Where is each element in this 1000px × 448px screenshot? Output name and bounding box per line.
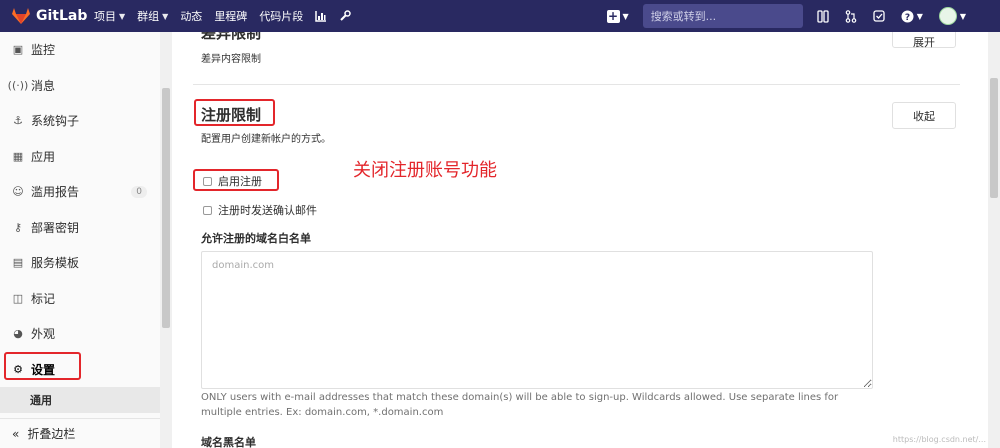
nav-milestones-label: 里程碑 xyxy=(214,10,248,23)
chevron-down-icon: ▼ xyxy=(119,11,126,21)
annotation-text: 关闭注册账号功能 xyxy=(353,160,497,181)
sidebar-item-label: 监控 xyxy=(31,43,56,58)
svg-text:?: ? xyxy=(905,13,910,23)
nav-milestones[interactable]: 里程碑 xyxy=(214,8,247,24)
new-dropdown-button[interactable]: + ▼ xyxy=(606,8,629,23)
help-dropdown[interactable]: ? ▼ xyxy=(901,10,923,23)
help-icon: ? xyxy=(901,10,914,23)
template-icon: ▤ xyxy=(12,256,24,270)
sidebar-toggle-icon[interactable] xyxy=(817,9,829,23)
sidebar-item-label: 滥用报告 xyxy=(31,185,80,200)
sidebar-subitem-general[interactable]: 通用 xyxy=(0,387,160,413)
whitelist-help-text: ONLY users with e-mail addresses that ma… xyxy=(201,392,839,418)
blacklist-label: 域名黑名单 xyxy=(201,436,256,448)
apps-icon: ▦ xyxy=(12,149,24,163)
sidebar-item-abuse-reports[interactable]: ☺ 滥用报告 0 xyxy=(0,174,171,210)
confirm-email-checkbox[interactable] xyxy=(203,205,212,215)
nav-activity-label: 动态 xyxy=(180,10,203,23)
nav-groups[interactable]: 群组 ▼ xyxy=(137,8,168,24)
annotation-box-settings xyxy=(4,352,81,380)
sidebar-item-label: 标记 xyxy=(31,291,56,306)
sidebar-subitem-label: 通用 xyxy=(30,394,52,407)
key-icon: ⚷ xyxy=(13,220,23,234)
sidebar-item-appearance[interactable]: ◕ 外观 xyxy=(0,316,171,352)
chevron-down-icon: ▼ xyxy=(916,11,923,21)
watermark: https://blog.csdn.net/... xyxy=(892,435,986,444)
expand-button[interactable]: 展开 xyxy=(892,32,956,49)
whitelist-label: 允许注册的域名白名单 xyxy=(201,232,311,245)
sidebar-item-label: 消息 xyxy=(31,78,56,93)
avatar xyxy=(938,7,957,25)
sidebar-item-label: 系统钩子 xyxy=(31,114,80,129)
plus-icon: + xyxy=(606,8,620,23)
logo-text: GitLab xyxy=(36,8,88,24)
section-divider xyxy=(193,84,960,85)
section-subtitle: 配置用户创建新帐户的方式。 xyxy=(201,134,331,145)
sidebar-item-applications[interactable]: ▦ 应用 xyxy=(0,139,171,175)
prev-section-subtitle: 差异内容限制 xyxy=(201,54,261,65)
nav-projects-label: 项目 xyxy=(94,10,116,23)
abuse-icon: ☺ xyxy=(12,185,24,199)
sidebar-item-system-hooks[interactable]: ⚓ 系统钩子 xyxy=(0,103,171,139)
appearance-icon: ◕ xyxy=(13,327,23,341)
sidebar-item-monitoring[interactable]: ▣ 监控 xyxy=(0,32,171,68)
broadcast-icon: ((·)) xyxy=(7,78,29,92)
user-menu[interactable]: ▼ xyxy=(938,7,966,25)
nav-activity[interactable]: 动态 xyxy=(180,8,202,24)
main-content: 差异限制 差异内容限制 展开 注册限制 配置用户创建新帐户的方式。 收起 关闭注… xyxy=(173,32,988,448)
nav-snippets-label: 代码片段 xyxy=(259,10,304,23)
annotation-box-signup xyxy=(193,169,279,191)
sidebar-item-label: 部署密钥 xyxy=(31,220,80,235)
nav-snippets[interactable]: 代码片段 xyxy=(259,8,303,24)
sidebar-item-label: 服务模板 xyxy=(31,256,80,271)
admin-sidebar: ▣ 监控 ((·)) 消息 ⚓ 系统钩子 ▦ 应用 ☺ 滥用报告 0 ⚷ 部署密钥 ▤ 服务模板… xyxy=(0,32,172,448)
chevron-down-icon: ▼ xyxy=(162,11,169,21)
merge-request-icon[interactable] xyxy=(845,9,857,23)
top-navbar: GitLab 项目▼ 群组▼ 动态 里程碑 代码片段 + ▼ ? ▼ xyxy=(0,0,1000,32)
chart-icon[interactable] xyxy=(315,10,327,22)
sidebar-scroll-thumb[interactable] xyxy=(162,88,170,328)
sidebar-item-deploy-keys[interactable]: ⚷ 部署密钥 xyxy=(0,210,171,246)
chevron-down-icon: ▼ xyxy=(622,11,629,21)
search-box[interactable] xyxy=(642,4,803,28)
sidebar-item-label: 外观 xyxy=(31,327,56,342)
tanuki-icon xyxy=(12,8,30,24)
sidebar-item-labels[interactable]: ◫ 标记 xyxy=(0,281,171,317)
sidebar-item-messages[interactable]: ((·)) 消息 xyxy=(0,68,171,104)
nav-groups-label: 群组 xyxy=(137,10,160,23)
confirm-email-checkbox-label: 注册时发送确认邮件 xyxy=(218,204,317,217)
prev-section-title: 差异限制 xyxy=(201,32,262,42)
collapse-sidebar-label: 折叠边栏 xyxy=(27,427,76,441)
sidebar-item-label: 应用 xyxy=(31,149,56,164)
collapse-button[interactable]: 收起 xyxy=(892,102,956,129)
domain-whitelist-textarea[interactable] xyxy=(201,251,873,389)
annotation-box-title xyxy=(194,99,275,126)
gitlab-logo[interactable]: GitLab xyxy=(12,8,94,24)
double-chevron-left-icon: « xyxy=(12,426,20,441)
sidebar-item-service-templates[interactable]: ▤ 服务模板 xyxy=(0,245,171,281)
count-badge: 0 xyxy=(131,185,147,198)
collapse-sidebar-button[interactable]: « 折叠边栏 xyxy=(0,418,160,448)
labels-icon: ◫ xyxy=(12,291,24,305)
page-scroll-thumb[interactable] xyxy=(990,78,998,198)
todo-icon[interactable] xyxy=(873,10,885,22)
confirm-email-checkbox-row[interactable]: 注册时发送确认邮件 xyxy=(203,202,317,218)
wrench-icon[interactable] xyxy=(339,10,352,22)
hook-icon: ⚓ xyxy=(13,114,23,128)
chevron-down-icon: ▼ xyxy=(959,11,966,21)
search-input[interactable] xyxy=(650,9,796,23)
nav-projects[interactable]: 项目 ▼ xyxy=(94,8,125,24)
monitor-icon: ▣ xyxy=(12,43,24,57)
